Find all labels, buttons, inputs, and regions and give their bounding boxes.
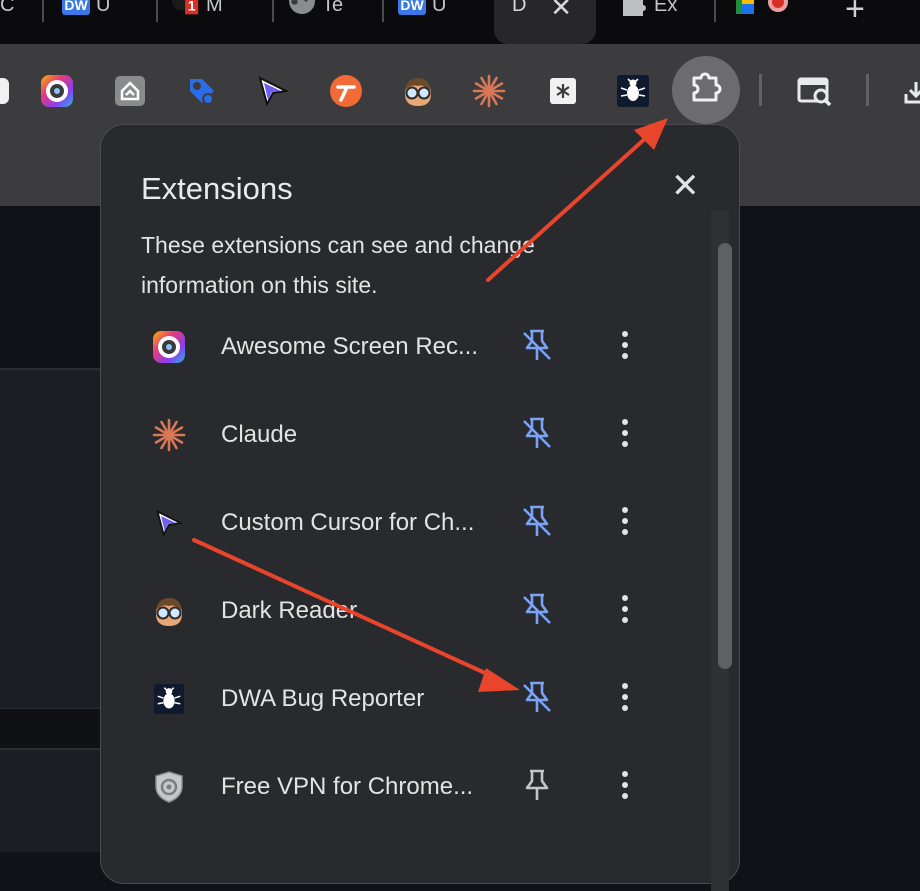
tab-7[interactable] [734,0,814,44]
tab-title: U [432,0,447,16]
more-options-button[interactable] [613,767,637,807]
more-options-button[interactable] [613,415,637,455]
t-icon[interactable] [327,72,365,110]
claude-icon [151,417,187,453]
close-tab-icon[interactable]: ✕ [550,0,572,23]
tab-divider [156,0,158,22]
download-icon[interactable] [898,72,920,110]
extension-name: Awesome Screen Rec... [221,333,479,360]
unpin-button[interactable] [517,327,557,367]
tab-title: Ex [654,0,678,16]
tab-divider [714,0,716,22]
tab-6[interactable]: Ex [620,0,712,44]
tab-3[interactable]: Te [288,0,388,44]
extension-row[interactable]: Custom Cursor for Ch... [141,479,641,567]
kebab-menu-icon [621,682,629,717]
more-options-button[interactable] [613,679,637,719]
pin-off-icon [520,591,554,632]
tab-title: C [0,0,15,16]
page-panel [0,708,100,749]
scrollbar-thumb[interactable] [718,243,732,669]
pin-off-icon [520,503,554,544]
gaia-icon[interactable] [111,72,149,110]
pin-off-icon [520,327,554,368]
tab-0[interactable]: C [0,0,44,44]
extension-name: Free VPN for Chrome... [221,773,474,800]
svg-text:1: 1 [188,0,196,14]
tab-title: D [512,0,527,16]
new-tab-button[interactable]: + [845,0,865,29]
extension-row[interactable]: Claude [141,391,641,479]
extension-name: Custom Cursor for Ch... [221,509,475,536]
unpin-button[interactable] [517,503,557,543]
kebab-menu-icon [621,594,629,629]
search-tab-icon[interactable] [796,72,834,110]
document-icon[interactable] [544,72,582,110]
tab-title: Te [322,0,344,16]
extension-name: Claude [221,421,298,448]
pin-button[interactable] [517,767,557,807]
tab-strip: C DW U 1 M Te DW U D ✕ Ex + [0,0,920,44]
unpin-button[interactable] [517,591,557,631]
cursor-icon[interactable] [254,72,292,110]
unpin-button[interactable] [517,679,557,719]
close-icon[interactable]: ✕ [671,169,700,203]
meet-record-favicon-icon [734,0,794,16]
puzzle-favicon-icon [620,0,648,16]
dw-favicon-icon: DW [398,0,426,16]
toolbar-divider [866,74,869,106]
custom-cursor-icon [151,505,187,541]
tab-title: U [96,0,111,16]
tab-5-active[interactable]: D ✕ [494,0,596,44]
kebab-menu-icon [621,330,629,365]
kebab-menu-icon [621,770,629,805]
more-options-button[interactable] [613,503,637,543]
awesome-screen-recorder-icon [151,329,187,365]
tag-icon[interactable] [183,72,221,110]
kebab-menu-icon [621,506,629,541]
pin-icon [520,767,554,808]
camera-icon[interactable] [38,72,76,110]
extension-row[interactable]: Awesome Screen Rec... [141,303,641,391]
page-panel [0,368,100,710]
notification-favicon-icon: 1 [172,0,200,16]
pin-off-icon [520,415,554,456]
pin-off-icon [520,679,554,720]
tab-1[interactable]: DW U [62,0,152,44]
tab-divider [42,0,44,22]
dark-reader-icon [151,593,187,629]
extension-row[interactable]: DWA Bug Reporter [141,655,641,743]
kebab-menu-icon [621,418,629,453]
extension-row[interactable]: Dark Reader [141,567,641,655]
toolbar-divider [759,74,762,106]
dw-favicon-icon: DW [62,0,90,16]
tab-divider [272,0,274,22]
popup-description: These extensions can see and change info… [141,232,535,298]
extensions-popup: Extensions ✕ These extensions can see an… [100,124,740,891]
unpin-button[interactable] [517,415,557,455]
globe-icon [288,0,316,16]
bug-icon[interactable] [614,72,652,110]
page-panel [0,748,100,852]
extension-name: Dark Reader [221,597,358,624]
extensions-button[interactable] [672,56,740,124]
bug-icon [151,681,187,717]
partial-icon[interactable] [0,72,22,110]
more-options-button[interactable] [613,591,637,631]
claude-icon[interactable] [470,72,508,110]
tab-title: M [206,0,223,16]
puzzle-icon [688,70,724,111]
extension-name: DWA Bug Reporter [221,685,425,712]
tab-4[interactable]: DW U [398,0,488,44]
tab-divider [382,0,384,22]
tab-2[interactable]: 1 M [172,0,272,44]
popup-title: Extensions [141,171,293,206]
more-options-button[interactable] [613,327,637,367]
page-background [740,206,920,850]
extension-row[interactable]: Free VPN for Chrome... [141,743,641,831]
vpn-shield-icon [151,769,187,805]
dark-reader-icon[interactable] [399,72,437,110]
